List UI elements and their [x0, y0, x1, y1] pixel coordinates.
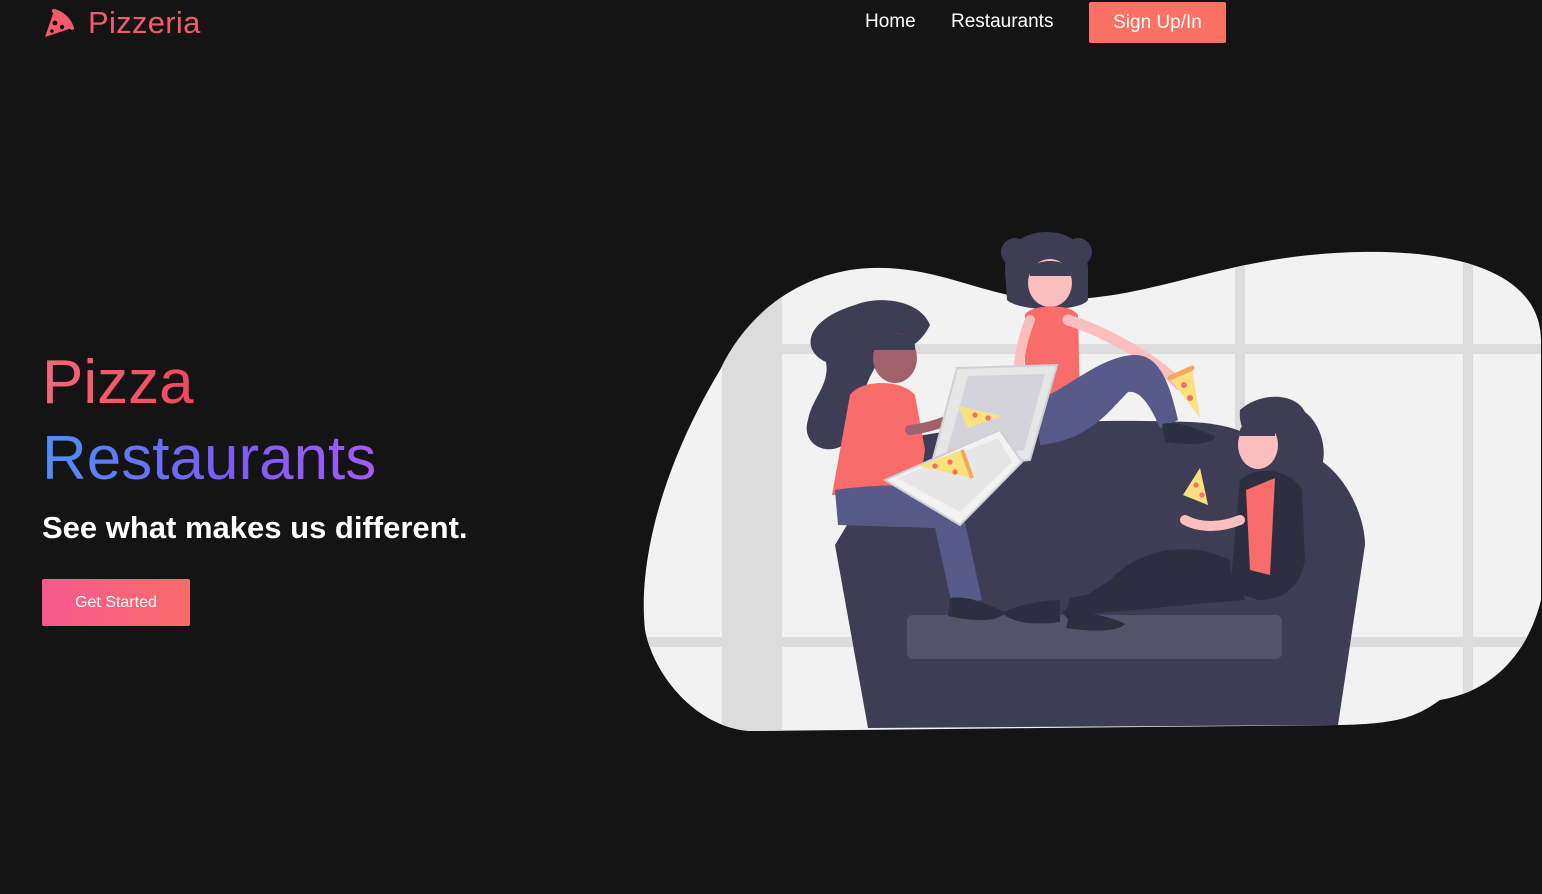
- pizza-slice-icon: [45, 9, 74, 37]
- brand-name: Pizzeria: [88, 5, 201, 40]
- hero-subtitle: See what makes us different.: [42, 510, 468, 545]
- landing-page: Pizzeria Home Restaurants Sign Up/In Piz…: [0, 0, 1542, 894]
- nav-link-home[interactable]: Home: [865, 10, 916, 34]
- hero-title-line-1: Pizza: [42, 345, 194, 421]
- friends-eating-pizza-illustration: [643, 232, 1541, 731]
- sign-up-in-button[interactable]: Sign Up/In: [1089, 2, 1226, 43]
- hero-title-line-2: Restaurants: [42, 421, 376, 497]
- get-started-button[interactable]: Get Started: [42, 579, 190, 626]
- hero-title: Pizza Restaurants: [42, 345, 376, 497]
- brand-link[interactable]: Pizzeria: [42, 4, 201, 42]
- nav-link-restaurants[interactable]: Restaurants: [951, 10, 1053, 34]
